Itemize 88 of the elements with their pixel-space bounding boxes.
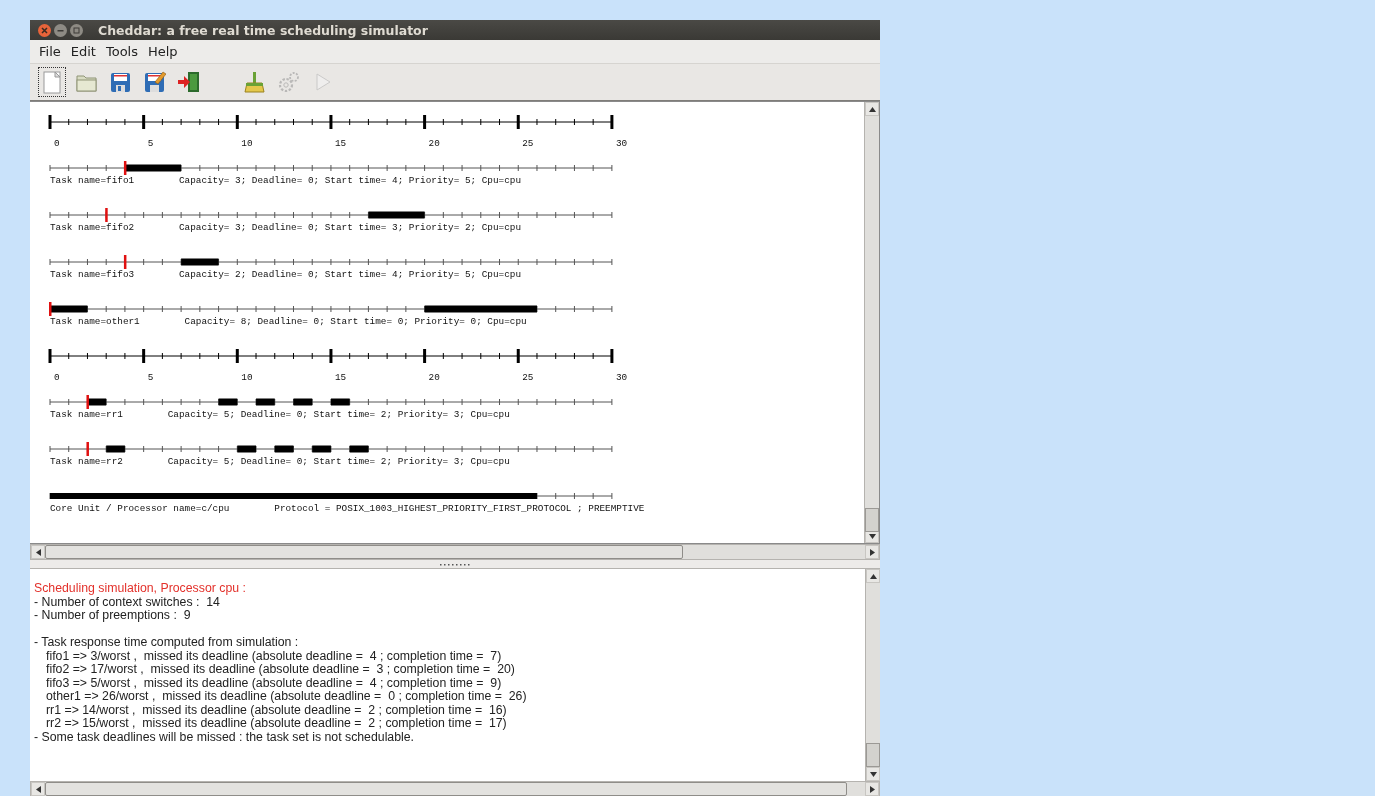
axis-label: 30 [615,372,628,383]
execution-bar [124,164,182,172]
axis-label: 25 [522,138,534,149]
menu-item[interactable]: Edit [65,42,101,61]
axis-label: 10 [241,138,253,149]
task-name: Task name=fifo3 [50,268,135,282]
arrow-left-icon[interactable] [35,548,41,556]
horizontal-scrollbar[interactable] [30,544,880,560]
axis-label: 20 [428,372,440,383]
arrow-right-icon[interactable] [869,548,875,556]
menu-item[interactable]: File [34,42,66,61]
task-details: Capacity= 3; Deadline= 0; Start time= 3; Priority= 2; Cpu=cpu [178,221,521,235]
execution-bar [237,445,257,453]
task-details: Capacity= 8; Deadline= 0; Start time= 0; Priority= 0; Cpu=cpu [184,315,527,329]
task-details: Capacity= 2; Deadline= 0; Start time= 4; Priority= 5; Cpu=cpu [178,268,521,282]
release-marker [123,255,127,269]
report-line: fifo1 => 3/worst , missed its deadline (absolute deadline = 4 ; completion time = 7) [45,649,503,663]
axis-label: 0 [54,372,60,383]
release-marker [105,208,108,222]
report-line: - Number of preemptions : 9 [34,609,192,623]
minimize-icon[interactable] [54,23,67,37]
execution-bar [293,398,313,406]
scrollbar-thumb[interactable] [866,743,880,767]
axis-label: 0 [54,138,60,149]
report-line: other1 => 26/worst , missed its deadline (absolute deadline = 0 ; completion time = 26) [45,690,528,704]
scrollbar-thumb[interactable] [45,545,683,559]
protocol-text: Protocol = POSIX_1003_HIGHEST_PRIORITY_FIRST_PROTOCOL ; PREEMPTIVE [274,502,645,516]
axis-label: 15 [334,372,347,383]
scrollbar-thumb[interactable] [865,508,879,532]
execution-bar [312,445,331,453]
report-line: - Task response time computed from simulation : [34,636,300,650]
execution-bar [368,211,425,219]
arrow-down-icon[interactable] [868,533,876,539]
axis-label: 10 [241,372,253,383]
report-line: rr1 => 14/worst , missed its deadline (absolute deadline = 2 ; completion time = 16) [45,703,508,717]
task-name: Core Unit / Processor name=c/cpu [50,502,230,516]
window-title: Cheddar: a free real time scheduling simulator [98,22,428,38]
task-name: Task name=rr2 [50,455,123,469]
vertical-scrollbar[interactable] [865,569,880,781]
execution-bar [106,445,125,453]
release-marker [86,442,89,456]
execution-bar [274,445,294,453]
execution-bar [87,398,107,406]
execution-bar [330,398,350,406]
release-marker [123,161,127,175]
axis-label: 5 [147,138,154,149]
close-icon[interactable] [38,23,51,37]
floppy-disk-pencil-icon [142,70,166,94]
report-heading: Scheduling simulation, Processor cpu : [34,582,247,596]
report-line: fifo2 => 17/worst , missed its deadline (absolute deadline = 3 ; completion time = 20) [45,663,516,677]
menu-item[interactable]: Tools [100,42,143,61]
execution-bar [50,305,88,313]
arrow-right-icon[interactable] [869,785,875,793]
task-name: Task name=other1 [50,315,140,329]
report-line: rr2 => 15/worst , missed its deadline (absolute deadline = 2 ; completion time = 17) [45,717,508,731]
arrow-left-icon[interactable] [35,785,41,793]
report-line: - Some task deadlines will be missed : the task set is not schedulable. [34,730,415,744]
axis-label: 30 [615,138,628,149]
door-arrow-icon [176,70,200,94]
arrow-up-icon[interactable] [869,573,877,579]
axis-label: 20 [428,138,440,149]
task-details: Capacity= 5; Deadline= 0; Start time= 2; Priority= 3; Cpu=cpu [167,408,510,422]
task-name: Task name=fifo1 [50,174,135,188]
new-document-icon [40,70,64,94]
task-name: Task name=rr1 [50,408,123,422]
axis-label: 5 [147,372,154,383]
release-marker [49,302,52,316]
execution-bar [181,258,219,266]
gears-icon [276,70,300,94]
broom-icon [242,70,266,94]
task-details: Capacity= 3; Deadline= 0; Start time= 4; Priority= 5; Cpu=cpu [178,174,521,188]
task-name: Task name=fifo2 [50,221,135,235]
arrow-down-icon[interactable] [869,771,877,777]
execution-bar [218,398,238,406]
splitter-grip-icon[interactable] [440,562,470,566]
execution-bar [349,445,369,453]
task-details: Capacity= 5; Deadline= 0; Start time= 2; Priority= 3; Cpu=cpu [167,455,510,469]
axis-label: 25 [522,372,534,383]
report-line: - Number of context switches : 14 [34,595,220,609]
release-marker [86,395,89,409]
report-line: fifo3 => 5/worst , missed its deadline (absolute deadline = 4 ; completion time = 9) [45,676,502,690]
new-document-button[interactable] [38,67,66,97]
maximize-icon[interactable] [70,23,83,37]
execution-bar [256,398,275,406]
arrow-up-icon[interactable] [868,106,876,112]
menu-item[interactable]: Help [143,42,183,61]
axis-label: 15 [334,138,347,149]
vertical-scrollbar[interactable] [864,102,879,543]
